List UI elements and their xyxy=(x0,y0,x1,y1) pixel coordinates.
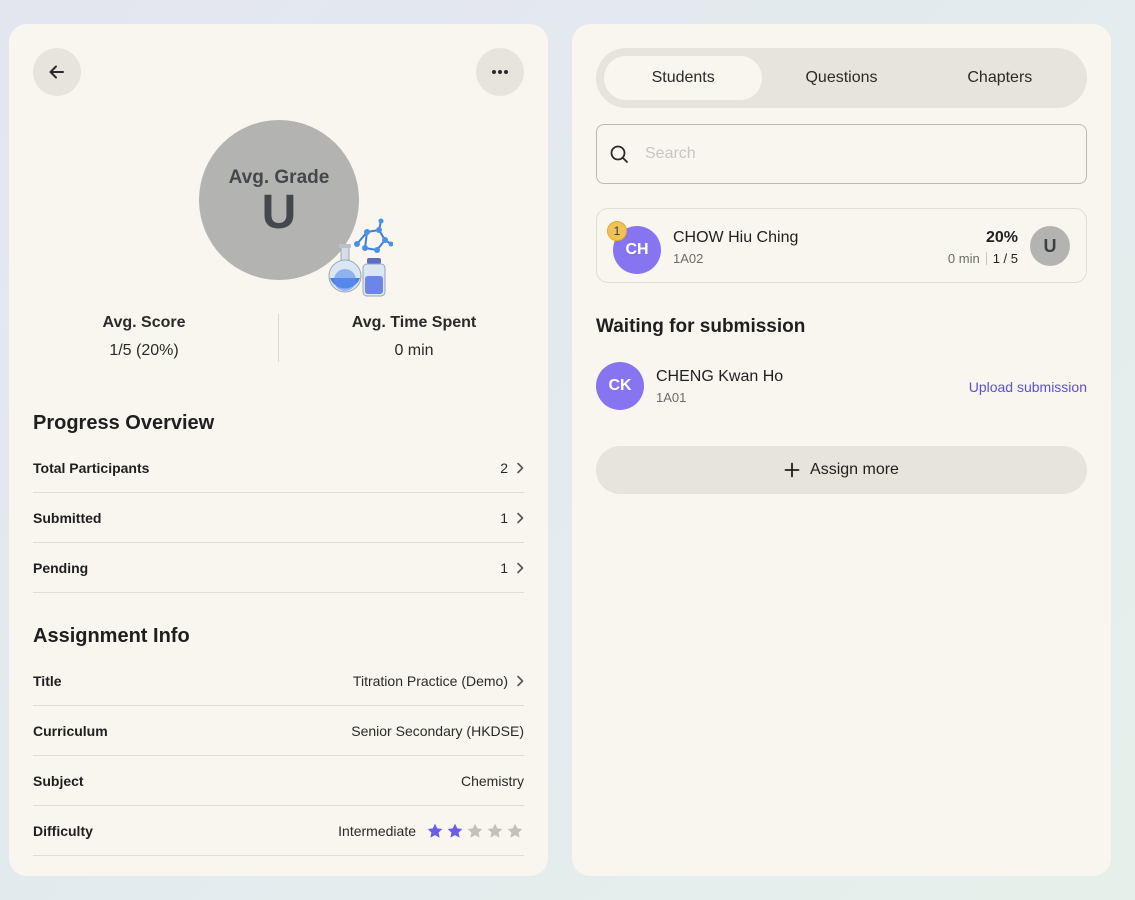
row-value: Titration Practice (Demo) xyxy=(352,672,508,689)
tab-questions[interactable]: Questions xyxy=(762,56,920,100)
student-score: 1 / 5 xyxy=(992,251,1018,266)
avg-time-value: 0 min xyxy=(394,342,434,359)
more-options-button[interactable] xyxy=(476,48,524,96)
assignment-row-more xyxy=(33,856,524,876)
row-value: 1 xyxy=(500,509,508,526)
assignment-summary-panel: Avg. Grade U Avg. Score 1/5 (20%) Avg. T… xyxy=(9,24,548,876)
meta-divider xyxy=(985,252,987,265)
row-label: Difficulty xyxy=(33,822,93,839)
assign-more-button[interactable]: Assign more xyxy=(596,446,1087,494)
avg-time-stat: Avg. Time Spent 0 min xyxy=(294,314,534,360)
row-value: 1 xyxy=(500,559,508,576)
row-label: Submitted xyxy=(33,509,102,526)
row-value: Chemistry xyxy=(460,772,524,789)
avg-grade-value: U xyxy=(261,186,297,239)
assignment-rows: Title Titration Practice (Demo) Curricul… xyxy=(33,656,524,876)
star-empty-icon xyxy=(487,823,503,838)
chevron-right-icon xyxy=(517,675,524,686)
progress-row-submitted[interactable]: Submitted 1 xyxy=(33,493,524,543)
student-time: 0 min xyxy=(947,251,980,266)
star-filled-icon xyxy=(447,823,463,838)
waiting-student-class: 1A01 xyxy=(656,390,687,405)
row-label: Curriculum xyxy=(33,722,108,739)
chevron-right-icon xyxy=(517,462,524,473)
rank-badge: 1 xyxy=(607,221,627,241)
tab-students[interactable]: Students xyxy=(604,56,763,100)
assignment-row-difficulty: Difficulty Intermediate xyxy=(33,806,524,856)
progress-row-total-participants[interactable]: Total Participants 2 xyxy=(33,443,524,493)
chemistry-flask-icon xyxy=(328,218,393,297)
assignment-info-title: Assignment Info xyxy=(33,625,190,647)
row-value: 2 xyxy=(500,459,508,476)
avg-score-value: 1/5 (20%) xyxy=(109,342,179,359)
progress-rows: Total Participants 2 Submitted 1 Pending… xyxy=(33,443,524,593)
progress-row-pending[interactable]: Pending 1 xyxy=(33,543,524,593)
tab-chapters[interactable]: Chapters xyxy=(921,56,1079,100)
student-grade-badge: U xyxy=(1030,226,1070,266)
more-horizontal-icon xyxy=(492,70,508,74)
student-class: 1A02 xyxy=(673,251,704,266)
row-label: Title xyxy=(33,672,62,689)
search-input[interactable] xyxy=(645,145,1045,163)
star-empty-icon xyxy=(467,823,483,838)
chevron-right-icon xyxy=(517,562,524,573)
row-label: Pending xyxy=(33,559,89,576)
upload-submission-link[interactable]: Upload submission xyxy=(969,379,1087,395)
row-value: Intermediate xyxy=(338,822,416,839)
summary-stats: Avg. Score 1/5 (20%) Avg. Time Spent 0 m… xyxy=(9,314,548,362)
avg-score-label: Avg. Score xyxy=(102,314,186,331)
avatar: CK xyxy=(596,362,644,410)
student-name: CHOW Hiu Ching xyxy=(673,229,799,246)
assignment-row-subject: Subject Chemistry xyxy=(33,756,524,806)
chevron-right-icon xyxy=(517,512,524,523)
row-label: Total Participants xyxy=(33,459,150,476)
star-empty-icon xyxy=(507,823,523,838)
search-box[interactable] xyxy=(596,124,1087,184)
row-value: Senior Secondary (HKDSE) xyxy=(351,722,524,739)
plus-icon xyxy=(784,462,800,478)
avg-time-label: Avg. Time Spent xyxy=(351,314,477,331)
assignment-row-title[interactable]: Title Titration Practice (Demo) xyxy=(33,656,524,706)
star-filled-icon xyxy=(427,823,443,838)
progress-overview-title: Progress Overview xyxy=(33,412,215,434)
avg-score-stat: Avg. Score 1/5 (20%) xyxy=(24,314,264,360)
students-panel: Students Questions Chapters CH 1 CHOW Hi… xyxy=(572,24,1111,876)
student-meta: 0 min 1 / 5 xyxy=(948,251,1018,266)
view-tabs: Students Questions Chapters xyxy=(596,48,1087,108)
stat-divider xyxy=(278,314,279,362)
waiting-student-name: CHENG Kwan Ho xyxy=(656,368,784,385)
search-icon xyxy=(610,145,628,163)
waiting-title: Waiting for submission xyxy=(596,316,806,337)
student-card[interactable]: CH 1 CHOW Hiu Ching 1A02 20% 0 min 1 / 5… xyxy=(596,208,1087,283)
back-button[interactable] xyxy=(33,48,81,96)
difficulty-stars xyxy=(426,822,524,840)
student-percent: 20% xyxy=(985,229,1018,246)
assignment-row-curriculum: Curriculum Senior Secondary (HKDSE) xyxy=(33,706,524,756)
arrow-left-icon xyxy=(49,65,64,79)
assign-more-label: Assign more xyxy=(810,461,899,478)
row-label: Subject xyxy=(33,772,84,789)
